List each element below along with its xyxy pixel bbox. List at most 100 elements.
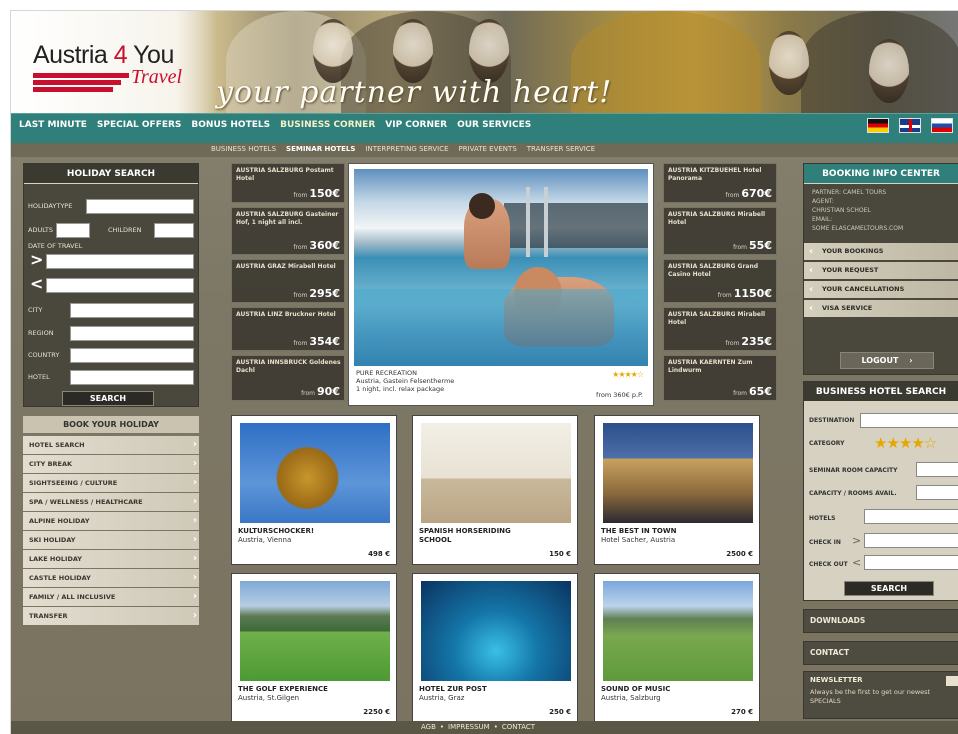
book-item-hotel-search[interactable]: HOTEL SEARCH › xyxy=(23,436,199,454)
offer-location: Austria, Salzburg xyxy=(601,694,661,702)
offer-tile[interactable]: HOTEL ZUR POST Austria, Graz 250 € xyxy=(412,573,578,723)
book-item-castle-holiday[interactable]: CASTLE HOLIDAY › xyxy=(23,569,199,587)
deal-card[interactable]: AUSTRIA SALZBURG Mirabell Hotel from 55€ xyxy=(663,207,777,255)
book-item-sightseeing-culture[interactable]: SIGHTSEEING / CULTURE › xyxy=(23,474,199,492)
booking-menu-your-bookings[interactable]: ‹ YOUR BOOKINGS xyxy=(804,243,958,260)
arrival-date-field[interactable] xyxy=(46,254,194,269)
booking-menu-visa-service[interactable]: ‹ VISA SERVICE xyxy=(804,300,958,317)
hotel-field[interactable] xyxy=(70,370,194,385)
offer-location: Hotel Sacher, Austria xyxy=(601,536,676,544)
checkin-field[interactable] xyxy=(864,533,958,548)
adults-field[interactable] xyxy=(56,223,90,238)
country-field[interactable] xyxy=(70,348,194,363)
capacity-field[interactable] xyxy=(916,485,958,500)
booking-info-title: BOOKING INFO CENTER xyxy=(804,164,958,184)
holiday-type-label: HOLIDAYTYPE xyxy=(28,202,73,210)
children-field[interactable] xyxy=(154,223,194,238)
subnav-item-seminar-hotels[interactable]: SEMINAR HOTELS xyxy=(286,145,355,153)
nav-item-special-offers[interactable]: SPECIAL OFFERS xyxy=(97,120,182,130)
deal-price-from: from xyxy=(733,244,748,251)
deal-price-from: from xyxy=(293,340,308,347)
deal-card[interactable]: AUSTRIA KAERNTEN Zum Lindwurm from 65€ xyxy=(663,355,777,401)
business-search-button[interactable]: SEARCH xyxy=(844,581,934,596)
booking-menu-your-request[interactable]: ‹ YOUR REQUEST xyxy=(804,262,958,279)
book-item-family-all-inclusive[interactable]: FAMILY / ALL INCLUSIVE › xyxy=(23,588,199,606)
subnav-item-transfer-service[interactable]: TRANSFER SERVICE xyxy=(527,145,595,153)
booking-info-center: BOOKING INFO CENTER PARTNER: CAMEL TOURS… xyxy=(803,163,958,375)
chevron-right-icon: › xyxy=(192,496,197,507)
chevron-left-icon: ‹ xyxy=(809,246,814,257)
deal-card[interactable]: AUSTRIA SALZBURG Grand Casino Hotel from 1… xyxy=(663,259,777,303)
footer-link-contact[interactable]: CONTACT xyxy=(502,723,535,731)
region-label: REGION xyxy=(28,329,54,337)
nav-item-business-corner[interactable]: BUSINESS CORNER xyxy=(280,120,375,130)
book-item-lake-holiday[interactable]: LAKE HOLIDAY › xyxy=(23,550,199,568)
newsletter-box[interactable]: NEWSLETTER Always be the first to get ou… xyxy=(803,671,958,719)
deal-name: AUSTRIA SALZBURG Mirabell Hotel xyxy=(668,311,766,326)
logout-button[interactable]: LOGOUT › xyxy=(840,352,934,369)
header-banner: Austria 4 You Travel your partner with h… xyxy=(11,11,958,113)
subnav-item-business-hotels[interactable]: BUSINESS HOTELS xyxy=(211,145,276,153)
destination-field[interactable] xyxy=(860,413,958,428)
holiday-search-button[interactable]: SEARCH xyxy=(62,391,154,406)
category-star-rating[interactable]: ★★★★☆ xyxy=(874,434,937,452)
checkout-field[interactable] xyxy=(864,555,958,570)
offer-tile[interactable]: SOUND OF MUSIC Austria, Salzburg 270 € xyxy=(594,573,760,723)
hotels-field[interactable] xyxy=(864,509,958,524)
deal-card[interactable]: AUSTRIA INNSBRUCK Goldenes Dachl from 90€ xyxy=(231,355,345,401)
booking-info-menu: ‹ YOUR BOOKINGS ‹ YOUR REQUEST ‹ YOUR CANCELL… xyxy=(804,243,958,317)
nav-item-last-minute[interactable]: LAST MINUTE xyxy=(19,120,87,130)
newsletter-title: NEWSLETTER xyxy=(810,676,863,684)
deal-price-from: from xyxy=(733,390,748,397)
nav-item-our-services[interactable]: OUR SERVICES xyxy=(457,120,531,130)
deal-name: AUSTRIA LINZ Bruckner Hotel xyxy=(236,311,336,318)
deal-card[interactable]: AUSTRIA KITZBUEHEL Hotel Panorama from 670… xyxy=(663,163,777,203)
deal-card[interactable]: AUSTRIA SALZBURG Postamt Hotel from 150€ xyxy=(231,163,345,203)
deal-card[interactable]: AUSTRIA SALZBURG Gasteiner Hof, 1 night … xyxy=(231,207,345,255)
featured-location: Austria, Gastein Felsentherme xyxy=(356,377,455,385)
deal-name: AUSTRIA INNSBRUCK Goldenes Dachl xyxy=(236,359,341,374)
deal-card[interactable]: AUSTRIA LINZ Bruckner Hotel from 354€ xyxy=(231,307,345,351)
flag-russia-icon[interactable] xyxy=(931,118,953,133)
deal-card[interactable]: AUSTRIA GRAZ Mirabell Hotel from 295€ xyxy=(231,259,345,303)
seminar-capacity-field[interactable] xyxy=(916,462,958,477)
departure-date-field[interactable] xyxy=(46,278,194,293)
offer-tile[interactable]: THE GOLF EXPERIENCE Austria, St.Gilgen 225… xyxy=(231,573,397,723)
footer-separator: • xyxy=(493,723,498,731)
offer-tile[interactable]: SPANISH HORSERIDING SCHOOL 150 € xyxy=(412,415,578,565)
flag-uk-icon[interactable] xyxy=(899,118,921,133)
book-item-ski-holiday[interactable]: SKI HOLIDAY › xyxy=(23,531,199,549)
region-field[interactable] xyxy=(70,326,194,341)
city-field[interactable] xyxy=(70,303,194,318)
offer-tile[interactable]: KULTURSCHOCKER! Austria, Vienna 498 € xyxy=(231,415,397,565)
nav-item-vip-corner[interactable]: VIP CORNER xyxy=(385,120,447,130)
offer-tile[interactable]: THE BEST IN TOWN Hotel Sacher, Austria 250… xyxy=(594,415,760,565)
capacity-label: CAPACITY / ROOMS AVAIL. xyxy=(809,490,897,497)
book-item-transfer[interactable]: TRANSFER › xyxy=(23,607,199,625)
subnav-item-interpreting-service[interactable]: INTERPRETING SERVICE xyxy=(365,145,448,153)
deal-price-value: 150€ xyxy=(309,187,340,200)
offer-price: 150 € xyxy=(549,550,571,558)
subnav-item-private-events[interactable]: PRIVATE EVENTS xyxy=(459,145,517,153)
deal-price-value: 90€ xyxy=(317,385,340,398)
featured-offer[interactable]: PURE RECREATION Austria, Gastein Felsent… xyxy=(348,163,654,406)
deal-card[interactable]: AUSTRIA SALZBURG Mirabell Hotel from 235€ xyxy=(663,307,777,351)
book-item-spa-wellness-healthcare[interactable]: SPA / WELLNESS / HEALTHCARE › xyxy=(23,493,199,511)
newsletter-input[interactable] xyxy=(946,676,958,686)
flag-germany-icon[interactable] xyxy=(867,118,889,133)
offer-location: Austria, St.Gilgen xyxy=(238,694,300,702)
site-logo[interactable]: Austria 4 You Travel xyxy=(11,11,216,113)
footer-link-impressum[interactable]: IMPRESSUM xyxy=(448,723,490,731)
hotel-label: HOTEL xyxy=(28,373,50,381)
pool-water xyxy=(354,289,648,366)
footer-link-agb[interactable]: AGB xyxy=(421,723,436,731)
nav-item-bonus-hotels[interactable]: BONUS HOTELS xyxy=(191,120,270,130)
holiday-type-field[interactable] xyxy=(86,199,194,214)
contact-label: CONTACT xyxy=(810,648,850,657)
contact-link[interactable]: CONTACT xyxy=(803,641,958,665)
booking-menu-your-cancellations[interactable]: ‹ YOUR CANCELLATIONS xyxy=(804,281,958,298)
book-item-alpine-holiday[interactable]: ALPINE HOLIDAY › xyxy=(23,512,199,530)
book-item-city-break[interactable]: CITY BREAK › xyxy=(23,455,199,473)
downloads-link[interactable]: DOWNLOADS xyxy=(803,609,958,633)
book-holiday-title: BOOK YOUR HOLIDAY xyxy=(23,416,199,433)
